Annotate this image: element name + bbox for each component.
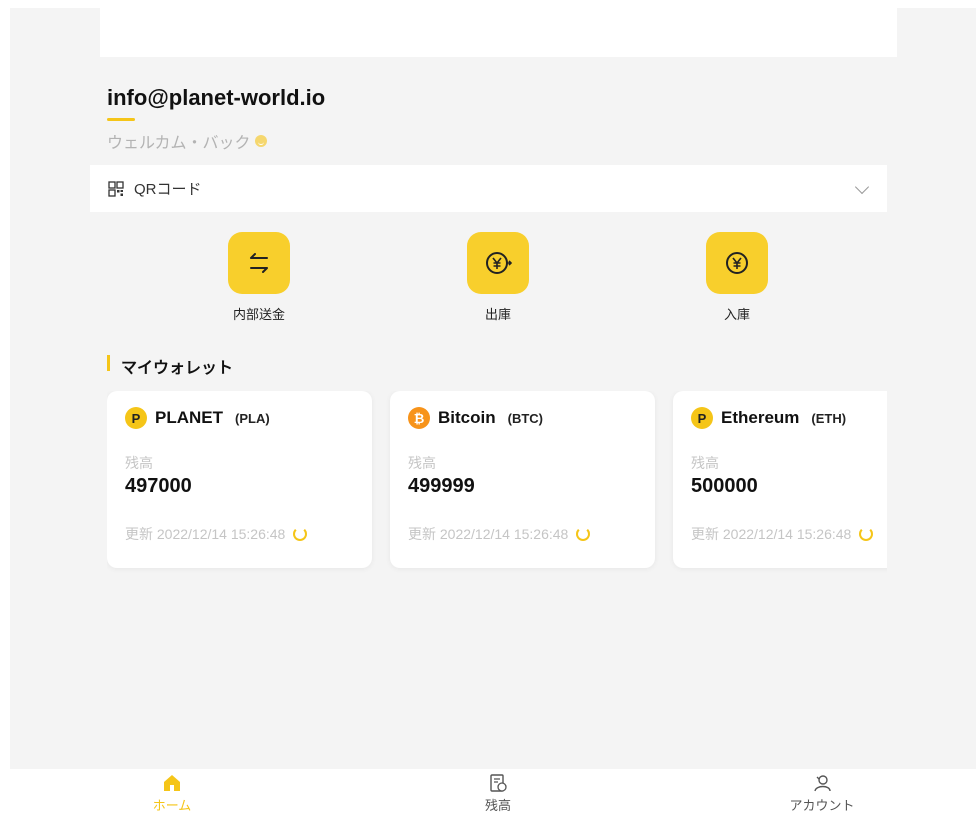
balance-value: 497000 xyxy=(125,475,192,497)
action-icon-box xyxy=(706,232,768,294)
withdraw-button[interactable]: 出庫 xyxy=(458,232,538,323)
smile-icon xyxy=(254,135,267,147)
updated-time: 更新 2022/12/14 15:26:48 xyxy=(408,524,637,544)
action-icon-box xyxy=(467,232,529,294)
wallet-section-title: マイウォレット xyxy=(121,360,234,377)
nav-account[interactable]: アカウント xyxy=(767,773,877,814)
chevron-down-icon xyxy=(854,179,870,195)
ethereum-coin-icon: P xyxy=(691,407,713,429)
balance-value: 500000 xyxy=(691,475,758,497)
nav-balance[interactable]: 残高 xyxy=(443,773,553,814)
bitcoin-coin-icon: ₿ xyxy=(408,407,430,429)
wallet-card-pla[interactable]: P PLANET (PLA) 残高 497000 更新 2022/12/14 1… xyxy=(107,391,372,568)
home-icon xyxy=(164,775,180,791)
wallet-card-eth[interactable]: P Ethereum (ETH) 残高 500000 更新 2022/12/14… xyxy=(673,391,887,568)
account-email: info@planet-world.io xyxy=(107,85,326,110)
balance-label: 残高 xyxy=(691,455,719,471)
email-underline xyxy=(107,118,135,121)
qr-code-icon xyxy=(108,180,124,197)
balance-label: 残高 xyxy=(408,455,436,471)
welcome-text: ウェルカム・バック xyxy=(107,129,267,153)
bottom-nav: ホーム 残高 アカウント xyxy=(0,769,976,819)
planet-coin-icon: P xyxy=(125,407,147,429)
balance-value: 499999 xyxy=(408,475,475,497)
action-label: 入庫 xyxy=(723,307,750,322)
transfer-arrows-icon xyxy=(250,253,268,273)
updated-text: 更新 2022/12/14 15:26:48 xyxy=(408,526,569,542)
section-accent-bar xyxy=(107,355,110,371)
welcome-label: ウェルカム・バック xyxy=(107,135,251,152)
updated-time: 更新 2022/12/14 15:26:48 xyxy=(691,524,887,544)
action-icon-box xyxy=(228,232,290,294)
updated-text: 更新 2022/12/14 15:26:48 xyxy=(691,526,852,542)
yen-deposit-icon xyxy=(726,252,748,274)
account-icon xyxy=(814,775,831,792)
updated-text: 更新 2022/12/14 15:26:48 xyxy=(125,526,286,542)
updated-time: 更新 2022/12/14 15:26:48 xyxy=(125,524,354,544)
action-label: 内部送金 xyxy=(232,307,285,322)
yen-withdraw-icon xyxy=(486,252,513,274)
refresh-icon[interactable] xyxy=(576,527,591,541)
qr-code-toggle[interactable]: QRコード xyxy=(90,165,887,212)
nav-account-label: アカウント xyxy=(789,798,855,813)
app-viewport xyxy=(10,8,976,769)
coin-name: Ethereum xyxy=(721,408,800,427)
wallet-carousel[interactable]: P PLANET (PLA) 残高 497000 更新 2022/12/14 1… xyxy=(107,391,887,581)
balance-icon xyxy=(490,774,507,792)
nav-balance-label: 残高 xyxy=(484,798,511,813)
wallet-card-btc[interactable]: ₿ Bitcoin (BTC) 残高 499999 更新 2022/12/14 … xyxy=(390,391,655,568)
refresh-icon[interactable] xyxy=(293,527,308,541)
coin-name: PLANET xyxy=(155,408,223,427)
nav-home[interactable]: ホーム xyxy=(117,773,227,814)
coin-name: Bitcoin xyxy=(438,408,496,427)
balance-label: 残高 xyxy=(125,455,153,471)
action-label: 出庫 xyxy=(484,307,511,322)
deposit-button[interactable]: 入庫 xyxy=(697,232,777,323)
coin-symbol: (BTC) xyxy=(507,410,543,426)
nav-home-label: ホーム xyxy=(152,798,192,813)
internal-transfer-button[interactable]: 内部送金 xyxy=(219,232,299,323)
coin-symbol: (ETH) xyxy=(811,410,847,426)
top-card xyxy=(100,8,897,57)
qr-code-label: QRコード xyxy=(134,181,202,198)
refresh-icon[interactable] xyxy=(859,527,874,541)
coin-symbol: (PLA) xyxy=(235,410,270,426)
